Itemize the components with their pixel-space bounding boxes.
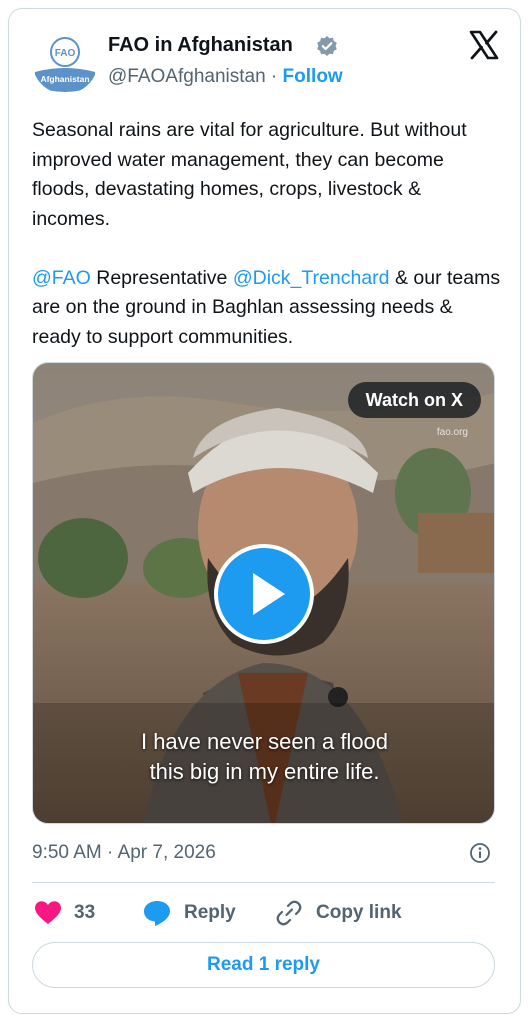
subtitle-line-2: this big in my entire life. (149, 759, 380, 784)
avatar[interactable]: FAO Afghanistan (32, 28, 98, 94)
reply-button[interactable]: Reply (142, 896, 236, 930)
svg-text:FAO: FAO (55, 48, 76, 59)
copy-link-button[interactable]: Copy link (274, 896, 402, 930)
verified-badge-icon (317, 36, 337, 56)
copy-link-label: Copy link (316, 902, 402, 923)
x-logo-icon[interactable] (469, 30, 499, 60)
reply-bubble-icon (144, 901, 170, 926)
play-icon (253, 573, 285, 615)
fao-logo-icon: FAO Afghanistan (33, 29, 97, 93)
link-icon (276, 900, 302, 926)
video-player[interactable]: Watch on X fao.org I have never seen a f… (32, 362, 495, 824)
separator: · (265, 66, 283, 87)
watch-on-x-button[interactable]: Watch on X (347, 382, 481, 418)
info-icon[interactable] (469, 842, 491, 864)
like-button[interactable]: 33 (34, 896, 95, 930)
play-button[interactable] (214, 544, 314, 644)
tweet-text-part: Representative (90, 266, 233, 289)
like-count: 33 (74, 902, 96, 923)
tweet-text: Seasonal rains are vital for agriculture… (32, 116, 502, 352)
divider (32, 882, 495, 883)
svg-text:Afghanistan: Afghanistan (40, 74, 89, 84)
video-subtitle: I have never seen a flood this big in my… (33, 727, 494, 787)
mention-fao[interactable]: @FAO (32, 267, 91, 289)
subtitle-line-1: I have never seen a flood (140, 729, 389, 754)
follow-button[interactable]: Follow (283, 66, 343, 87)
action-bar: 33 Reply Copy link (32, 896, 495, 930)
display-name[interactable]: FAO in Afghanistan (108, 34, 293, 57)
video-watermark: fao.org (436, 427, 468, 438)
tweet-paragraph-1: Seasonal rains are vital for agriculture… (32, 119, 467, 230)
tweet-paragraph-2: @FAO Representative @Dick_Trenchard & ou… (32, 264, 502, 353)
heart-icon (35, 901, 61, 924)
handle[interactable]: @FAOAfghanistan (108, 66, 266, 87)
mention-dick-trenchard[interactable]: @Dick_Trenchard (233, 267, 390, 289)
reply-label: Reply (184, 902, 236, 923)
handle-row: @FAOAfghanistan · Follow (108, 66, 343, 88)
read-reply-button[interactable]: Read 1 reply (32, 942, 495, 988)
timestamp[interactable]: 9:50 AM · Apr 7, 2026 (32, 842, 216, 864)
